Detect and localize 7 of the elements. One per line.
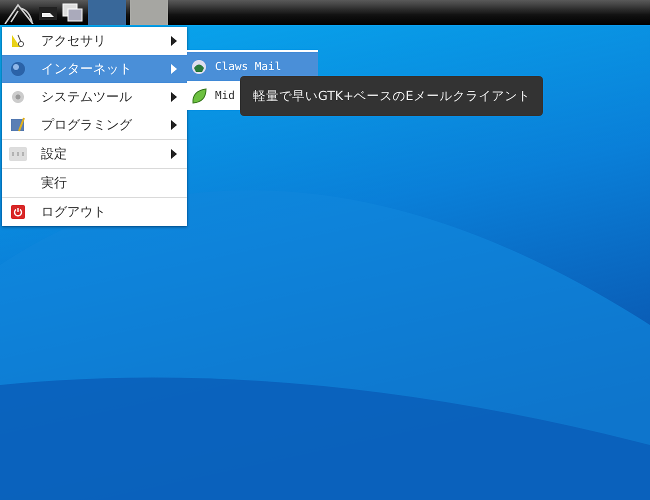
menu-item[interactable]: 設定 [2,139,187,168]
menu-item[interactable]: 実行 [2,168,187,197]
menu-item[interactable]: プログラミング [2,111,187,139]
menu-item[interactable]: ログアウト [2,197,187,226]
menu-item[interactable]: アクセサリ [2,27,187,55]
tooltip: 軽量で早いGTK+ベースのEメールクライアント [240,76,544,116]
menu-item[interactable]: システムツール [2,83,187,111]
